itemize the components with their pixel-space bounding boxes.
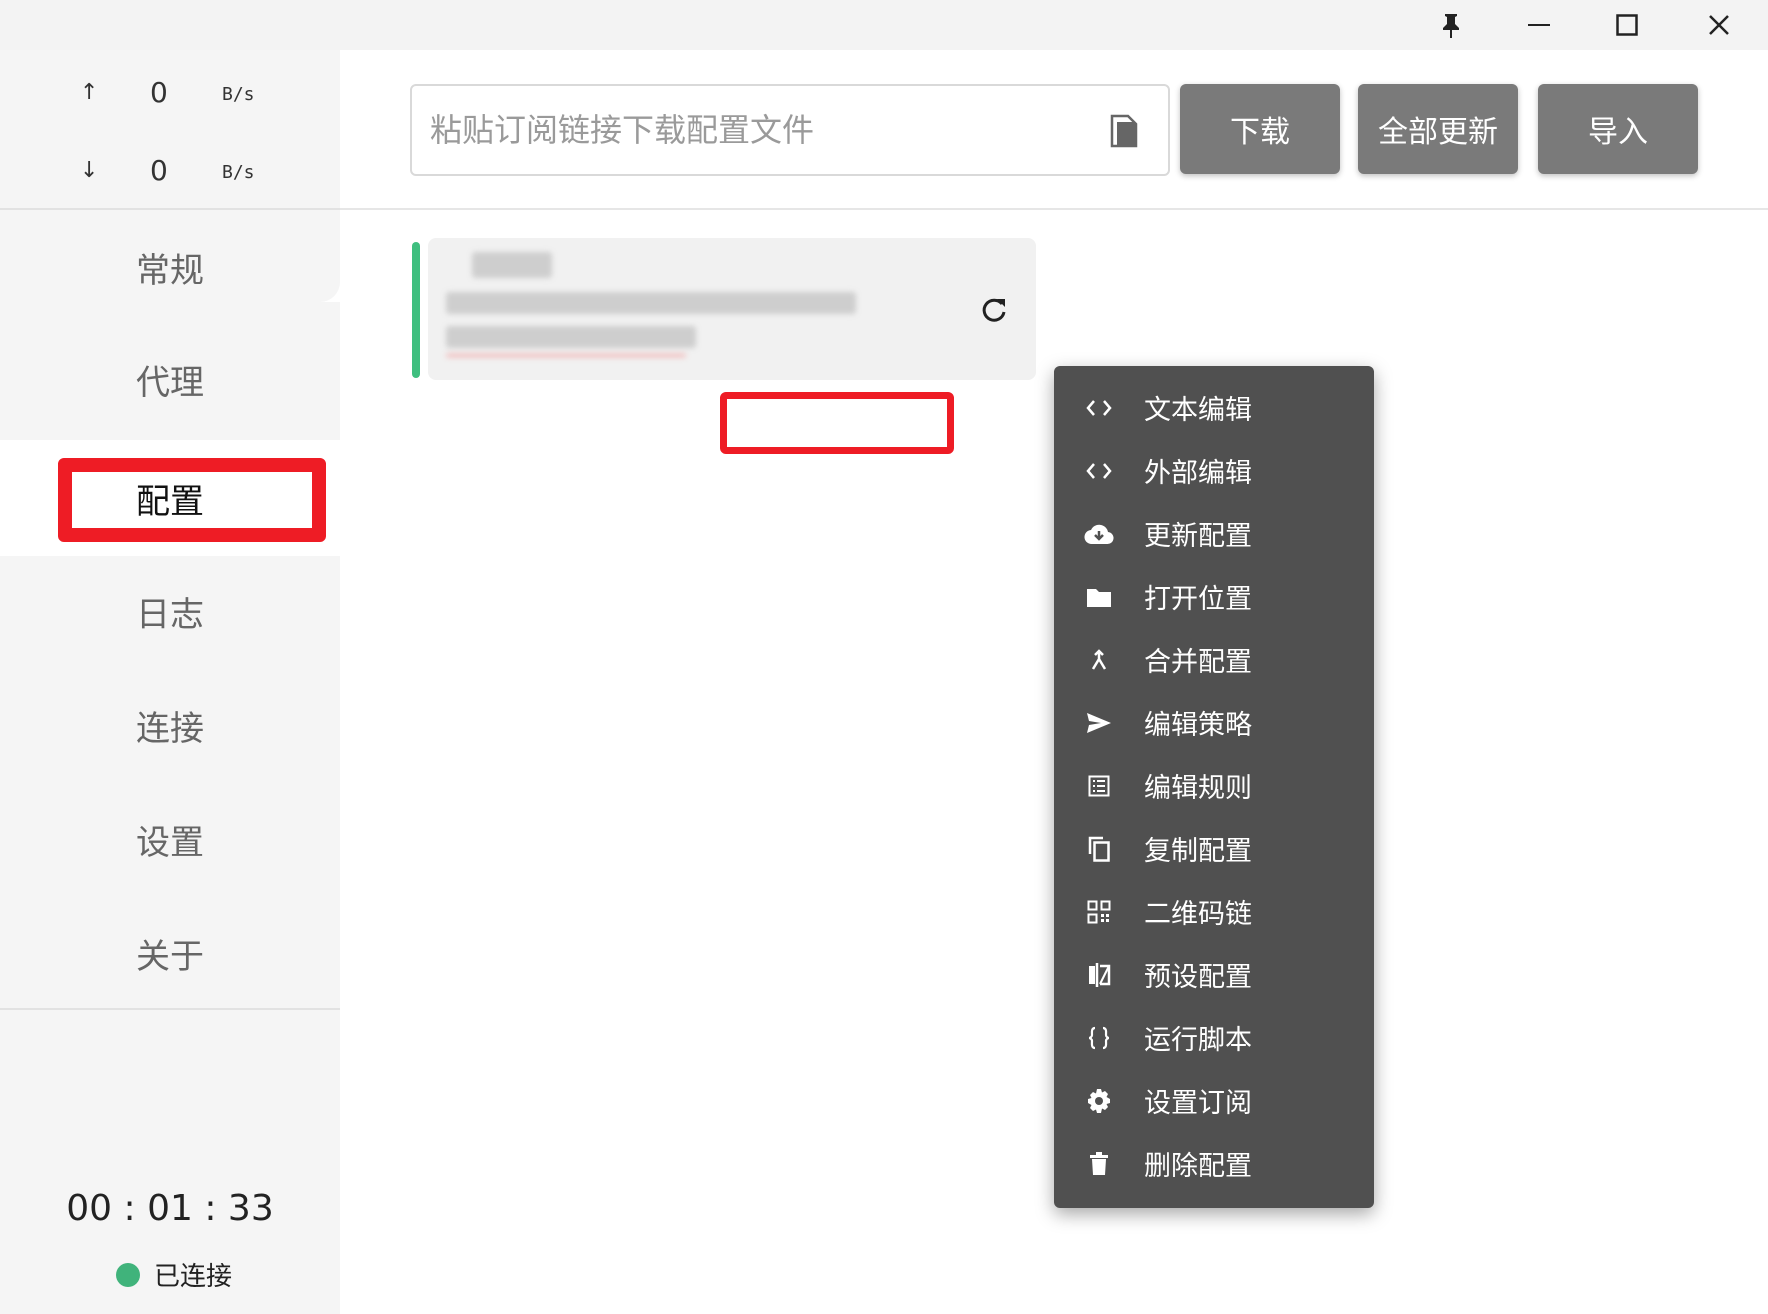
subscription-url-input[interactable] (430, 86, 1090, 174)
menu-item-edit-policy[interactable]: 编辑策略 (1054, 691, 1374, 754)
braces-icon (1084, 1023, 1114, 1053)
menu-item-label: 设置订阅 (1144, 1088, 1252, 1119)
traffic-monitor: ↑ 0 B/s ↓ 0 B/s (0, 50, 340, 210)
sidebar-item-connections[interactable]: 连接 (0, 668, 340, 782)
menu-item-label: 编辑规则 (1144, 773, 1252, 804)
status-dot-icon (116, 1262, 140, 1287)
menu-item-copy-profile[interactable]: 复制配置 (1054, 817, 1374, 880)
toolbar-divider (340, 208, 1768, 210)
profile-url-redacted (446, 292, 856, 314)
menu-item-label: 删除配置 (1144, 1151, 1252, 1182)
menu-item-label: 外部编辑 (1144, 458, 1252, 489)
main-content: 下载 全部更新 导入 文本编辑 外部编辑 更新配置 (340, 50, 1768, 1314)
profile-card[interactable] (428, 238, 1036, 380)
menu-item-external-edit[interactable]: 外部编辑 (1054, 439, 1374, 502)
menu-item-update-profile[interactable]: 更新配置 (1054, 502, 1374, 565)
merge-icon (1084, 645, 1114, 675)
upload-unit: B/s (222, 84, 255, 105)
sidebar-footer-divider (0, 1008, 340, 1010)
subscription-url-box (410, 84, 1170, 176)
menu-item-edit-rules[interactable]: 编辑规则 (1054, 754, 1374, 817)
copy-icon (1084, 834, 1114, 864)
menu-item-label: 合并配置 (1144, 647, 1252, 678)
sidebar-item-profiles[interactable]: 配置 (0, 440, 340, 556)
close-icon[interactable] (1674, 0, 1764, 50)
pin-icon[interactable] (1406, 0, 1496, 50)
profile-name-redacted (472, 252, 552, 278)
menu-item-label: 打开位置 (1144, 584, 1252, 615)
gear-icon (1084, 1086, 1114, 1116)
download-speed: ↓ 0 B/s (0, 150, 340, 190)
refresh-icon[interactable] (980, 296, 1008, 328)
download-unit: B/s (222, 162, 255, 183)
sidebar-item-settings[interactable]: 设置 (0, 782, 340, 896)
update-all-button[interactable]: 全部更新 (1358, 84, 1518, 174)
menu-item-preset-profile[interactable]: 预设配置 (1054, 943, 1374, 1006)
menu-item-label: 更新配置 (1144, 521, 1252, 552)
profile-context-menu: 文本编辑 外部编辑 更新配置 打开位置 合并配置 编辑策略 编辑规则 复制配置 … (1054, 366, 1374, 1208)
code-icon (1084, 456, 1114, 486)
menu-item-text-edit[interactable]: 文本编辑 (1054, 376, 1374, 439)
menu-item-run-script[interactable]: 运行脚本 (1054, 1006, 1374, 1069)
menu-item-subscription-settings[interactable]: 设置订阅 (1054, 1069, 1374, 1132)
upload-value: 0 (150, 76, 168, 109)
connection-status: 已连接 (116, 1256, 232, 1293)
sidebar-item-general[interactable]: 常规 (0, 210, 340, 324)
paste-icon[interactable] (1108, 112, 1140, 154)
send-icon (1084, 708, 1114, 738)
folder-icon (1084, 582, 1114, 612)
list-icon (1084, 771, 1114, 801)
download-arrow-icon: ↓ (80, 158, 99, 183)
download-button[interactable]: 下载 (1180, 84, 1340, 174)
menu-item-label: 编辑策略 (1144, 710, 1252, 741)
menu-item-qrcode-link[interactable]: 二维码链 (1054, 880, 1374, 943)
sidebar-item-proxy[interactable]: 代理 (0, 322, 340, 436)
sidebar-item-logs[interactable]: 日志 (0, 554, 340, 668)
download-value: 0 (150, 154, 168, 187)
trash-icon (1084, 1149, 1114, 1179)
menu-item-label: 运行脚本 (1144, 1025, 1252, 1056)
menu-item-label: 预设配置 (1144, 962, 1252, 993)
profile-progress-redacted (446, 354, 686, 357)
status-label: 已连接 (154, 1262, 233, 1292)
menu-item-merge-profile[interactable]: 合并配置 (1054, 628, 1374, 691)
menu-item-label: 复制配置 (1144, 836, 1252, 867)
code-icon (1084, 393, 1114, 423)
qrcode-icon (1084, 897, 1114, 927)
sidebar: ↑ 0 B/s ↓ 0 B/s 常规 代理 配置 日志 连接 设置 关于 00 … (0, 50, 340, 1314)
connection-timer: 00 : 01 : 33 (66, 1188, 274, 1229)
maximize-icon[interactable] (1582, 0, 1672, 50)
profile-meta-redacted (446, 326, 696, 348)
menu-item-delete-profile[interactable]: 删除配置 (1054, 1132, 1374, 1195)
profile-active-indicator (412, 242, 420, 378)
import-button[interactable]: 导入 (1538, 84, 1698, 174)
upload-speed: ↑ 0 B/s (0, 72, 340, 112)
compare-icon (1084, 960, 1114, 990)
highlight-box-external-edit (720, 392, 954, 454)
menu-item-open-location[interactable]: 打开位置 (1054, 565, 1374, 628)
sidebar-item-about[interactable]: 关于 (0, 896, 340, 1010)
title-bar (0, 0, 1768, 50)
cloud-download-icon (1084, 519, 1114, 549)
menu-item-label: 文本编辑 (1144, 395, 1252, 426)
upload-arrow-icon: ↑ (80, 80, 99, 105)
menu-item-label: 二维码链 (1144, 899, 1252, 930)
minimize-icon[interactable] (1494, 0, 1584, 50)
